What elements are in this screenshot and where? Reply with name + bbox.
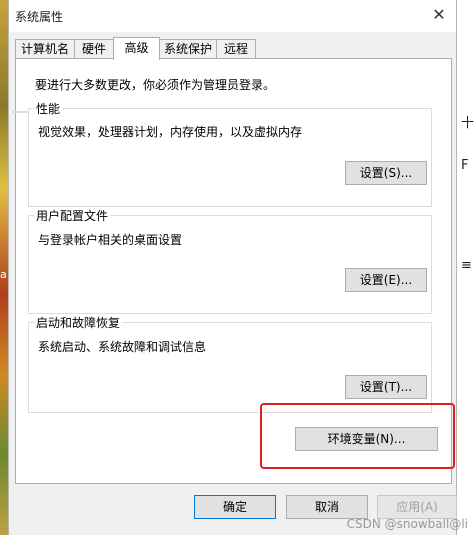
desktop-glyph: ≡ [461,258,472,273]
watermark: CSDN @snowball@li [346,517,468,531]
tab-computer-name[interactable]: 计算机名 [15,39,75,58]
desktop-glyph: a [0,268,7,281]
desktop-background-left: a [0,0,8,535]
cancel-button[interactable]: 取消 [286,495,368,519]
performance-group: 性能 视觉效果，处理器计划，内存使用，以及虚拟内存 设置(S)... [28,100,432,207]
close-icon[interactable]: ✕ [422,0,456,30]
startup-recovery-settings-button[interactable]: 设置(T)... [345,375,427,399]
tab-hardware[interactable]: 硬件 [74,39,114,58]
user-profiles-description: 与登录帐户相关的桌面设置 [38,233,183,247]
startup-recovery-description: 系统启动、系统故障和调试信息 [38,340,207,354]
startup-recovery-group-title: 启动和故障恢复 [34,314,123,331]
user-profiles-group: 用户配置文件 与登录帐户相关的桌面设置 设置(E)... [28,207,432,314]
tab-remote[interactable]: 远程 [216,39,256,58]
user-profiles-settings-button[interactable]: 设置(E)... [345,268,427,292]
tab-advanced[interactable]: 高级 [113,37,160,60]
admin-note: 要进行大多数更改，你必须作为管理员登录。 [35,78,276,92]
title-bar[interactable]: 系统属性 ✕ [9,0,456,32]
window-title: 系统属性 [15,10,64,24]
performance-settings-button[interactable]: 设置(S)... [345,161,427,185]
performance-description: 视觉效果，处理器计划，内存使用，以及虚拟内存 [38,125,303,139]
desktop-glyph: 十 [461,116,474,131]
performance-group-title: 性能 [34,100,63,117]
desktop-background-right: 十 F ≡ [457,0,474,535]
ok-button[interactable]: 确定 [194,495,276,519]
desktop-glyph: F [461,158,469,173]
tab-system-protection[interactable]: 系统保护 [159,39,217,58]
startup-recovery-group: 启动和故障恢复 系统启动、系统故障和调试信息 设置(T)... [28,314,432,413]
highlight-box [260,403,455,469]
user-profiles-group-title: 用户配置文件 [34,207,111,224]
apply-button[interactable]: 应用(A) [377,495,457,519]
